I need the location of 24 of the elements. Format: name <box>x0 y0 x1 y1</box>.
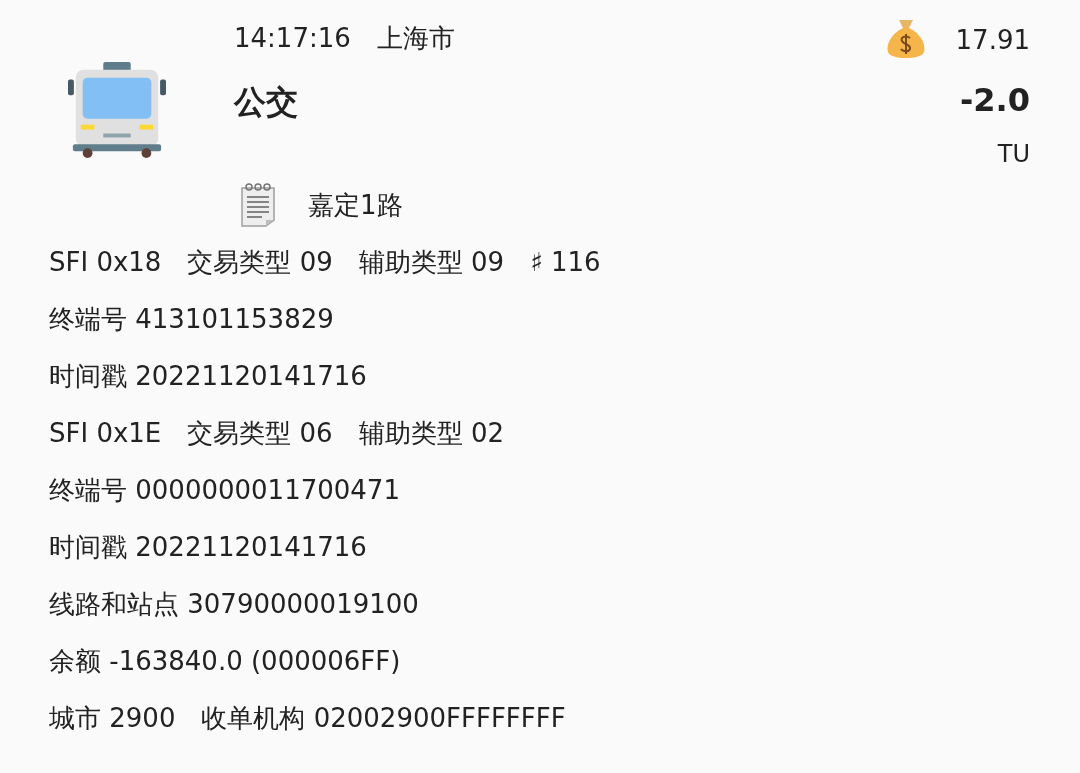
detail-text: 城市 2900 <box>49 702 176 735</box>
detail-text: 线路和站点 30790000019100 <box>49 588 419 621</box>
time-text: 14:17:16 <box>234 21 351 55</box>
detail-text: 终端号 413101153829 <box>49 303 334 336</box>
detail-text: SFI 0x1E <box>49 417 162 450</box>
notepad-icon <box>240 182 276 228</box>
detail-text: 辅助类型 09 <box>358 246 505 279</box>
detail-text: 时间戳 20221120141716 <box>49 531 367 564</box>
detail-text: 交易类型 06 <box>187 417 333 450</box>
amount-text: -2.0 <box>960 80 1030 121</box>
detail-text: 时间戳 20221120141716 <box>49 360 367 393</box>
balance-text: 17.91 <box>955 23 1030 57</box>
bus-icon <box>68 60 166 158</box>
detail-text: 收单机构 02002900FFFFFFFF <box>201 702 566 735</box>
detail-text: 交易类型 09 <box>187 246 333 279</box>
detail-text: SFI 0x18 <box>49 246 162 279</box>
detail-text: 终端号 0000000011700471 <box>49 474 400 507</box>
city-text: 上海市 <box>376 21 455 55</box>
detail-text: ♯ 116 <box>530 246 601 279</box>
route-text: 嘉定1路 <box>308 188 403 222</box>
detail-text: 余额 -163840.0 (000006FF) <box>49 645 401 678</box>
title-text: 公交 <box>234 82 299 123</box>
detail-text: 辅助类型 02 <box>358 417 504 450</box>
unit-text: TU <box>997 139 1030 170</box>
